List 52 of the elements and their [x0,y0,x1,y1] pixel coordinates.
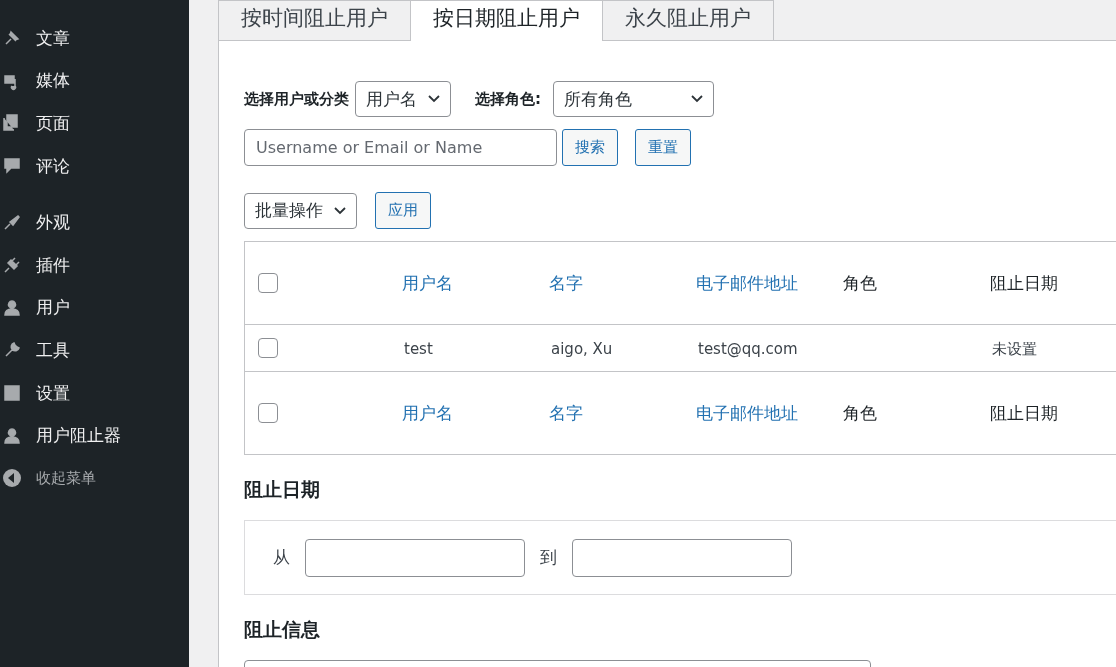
table-cell-text: test@qq.com [697,340,798,358]
sidebar-item[interactable]: 用户 [0,286,189,330]
column-header: 阻止日期 [990,402,1058,423]
user-icon [2,425,22,446]
table-cell-text: test [403,340,433,358]
column-header[interactable]: 用户名 [402,402,453,423]
filter-label: 选择用户或分类 [244,89,349,109]
chevron-icon [691,95,703,103]
reset-button[interactable]: 重置 [635,129,691,166]
bulk-action-select[interactable]: 批量操作 [244,192,357,229]
tab[interactable]: 按日期阻止用户 [410,0,603,41]
collapse-menu-button[interactable]: 收起菜单 [0,456,189,500]
sidebar-item[interactable]: 媒体 [0,59,189,103]
select-all-checkbox[interactable] [258,403,278,423]
sidebar-item[interactable]: 设置 [0,371,189,415]
sidebar-item[interactable]: 文章 [0,17,189,60]
table-cell-text: aigo, Xu [550,340,613,358]
column-header[interactable]: 名字 [549,402,583,423]
role-select[interactable]: 所有角色 [553,81,714,117]
select-all-checkbox[interactable] [258,273,278,293]
to-date-field[interactable] [572,538,792,577]
column-header[interactable]: 电子邮件地址 [696,272,798,293]
sidebar-item[interactable]: 用户阻止器 [0,414,189,457]
row-checkbox[interactable] [258,338,278,358]
user-type-select[interactable]: 用户名 [355,81,451,117]
role-label: 选择角色: [475,89,541,109]
from-date-field[interactable] [305,538,525,577]
comment-icon [2,156,22,177]
column-header: 角色 [843,402,877,423]
search-button[interactable]: 搜索 [562,129,618,166]
from-label: 从 [273,546,290,569]
sidebar-item[interactable]: 页面 [0,102,189,145]
sidebar-item[interactable]: 外观 [0,201,189,244]
chevron-icon [334,206,346,215]
user-icon [2,297,22,318]
apply-button[interactable]: 应用 [375,192,431,229]
column-header[interactable]: 电子邮件地址 [696,402,798,423]
sidebar-item[interactable]: 插件 [0,243,189,287]
section-heading: 阻止信息 [244,617,321,642]
tab[interactable]: 按时间阻止用户 [218,0,411,40]
column-header: 角色 [843,272,877,293]
sidebar-item[interactable]: 评论 [0,144,189,188]
section-heading: 阻止日期 [244,477,321,502]
sidebar-item[interactable]: 工具 [0,329,189,372]
search-field[interactable]: Username or Email or Name [244,129,557,166]
tab[interactable]: 永久阻止用户 [602,0,774,40]
column-header: 阻止日期 [990,272,1058,293]
column-header[interactable]: 用户名 [402,272,453,293]
column-header[interactable]: 名字 [549,272,583,293]
chevron-icon [428,95,440,103]
table-cell-text: 未设置 [991,339,1037,358]
to-label: 到 [540,546,557,569]
